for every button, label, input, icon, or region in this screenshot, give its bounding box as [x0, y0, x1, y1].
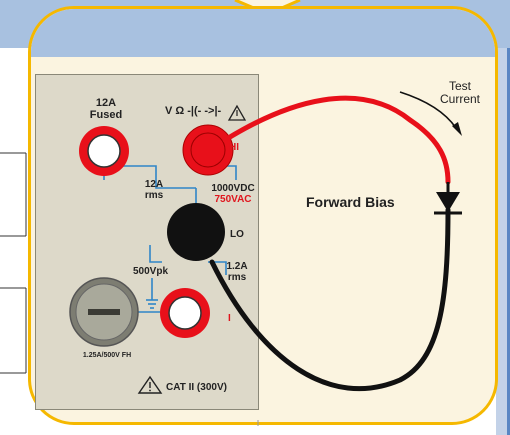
- lo-label: LO: [230, 229, 244, 240]
- red-test-lead: [222, 95, 451, 185]
- i-jack-icon: [168, 296, 202, 330]
- i-current-label-bottom: rms: [227, 271, 247, 283]
- i-current-label-top: 1.2A: [226, 261, 248, 272]
- ground-icon: [146, 299, 158, 309]
- fused-label-top: 12A: [95, 97, 117, 109]
- diode-icon: [434, 182, 462, 215]
- hi-probe-plug-icon: [190, 132, 226, 168]
- test-current-label-top: Test: [448, 79, 471, 93]
- lo-terminal[interactable]: [167, 203, 225, 261]
- vpk-label: 500Vpk: [133, 266, 169, 277]
- cat-rating-label: CAT II (300V): [166, 382, 227, 393]
- fuse-rating-label: 1.25A/500V FH: [82, 352, 132, 359]
- amps-label-top: 12A: [144, 179, 164, 190]
- voltage-label: 1000VDC 750VAC: [206, 183, 260, 205]
- fuse-slot-icon: [88, 309, 120, 315]
- cat-warning-icon: [137, 375, 163, 394]
- function-symbols: V Ω -|(- ->|-: [165, 105, 222, 117]
- fused-label-bottom: Fused: [89, 108, 123, 121]
- amps-label: 12A rms: [137, 179, 171, 201]
- test-current-label-bottom: Current: [439, 91, 480, 106]
- voltage-ac-label: 750VAC: [214, 193, 252, 205]
- multimeter-diagram: [69, 91, 462, 426]
- warning-icon: [227, 104, 247, 121]
- forward-bias-label: Forward Bias: [306, 194, 395, 210]
- i-current-label: 1.2A rms: [222, 261, 252, 283]
- hi-label: HI: [229, 142, 239, 153]
- black-test-lead: [209, 207, 451, 392]
- fused-12a-jack-icon: [87, 134, 121, 168]
- fused-label: 12A Fused: [86, 97, 126, 121]
- test-current-label: Test Current: [430, 80, 490, 105]
- voltage-dc-label: 1000VDC: [211, 183, 255, 194]
- amps-label-bottom: rms: [144, 189, 164, 201]
- i-label: I: [228, 313, 231, 324]
- fuse-holder[interactable]: [69, 277, 139, 347]
